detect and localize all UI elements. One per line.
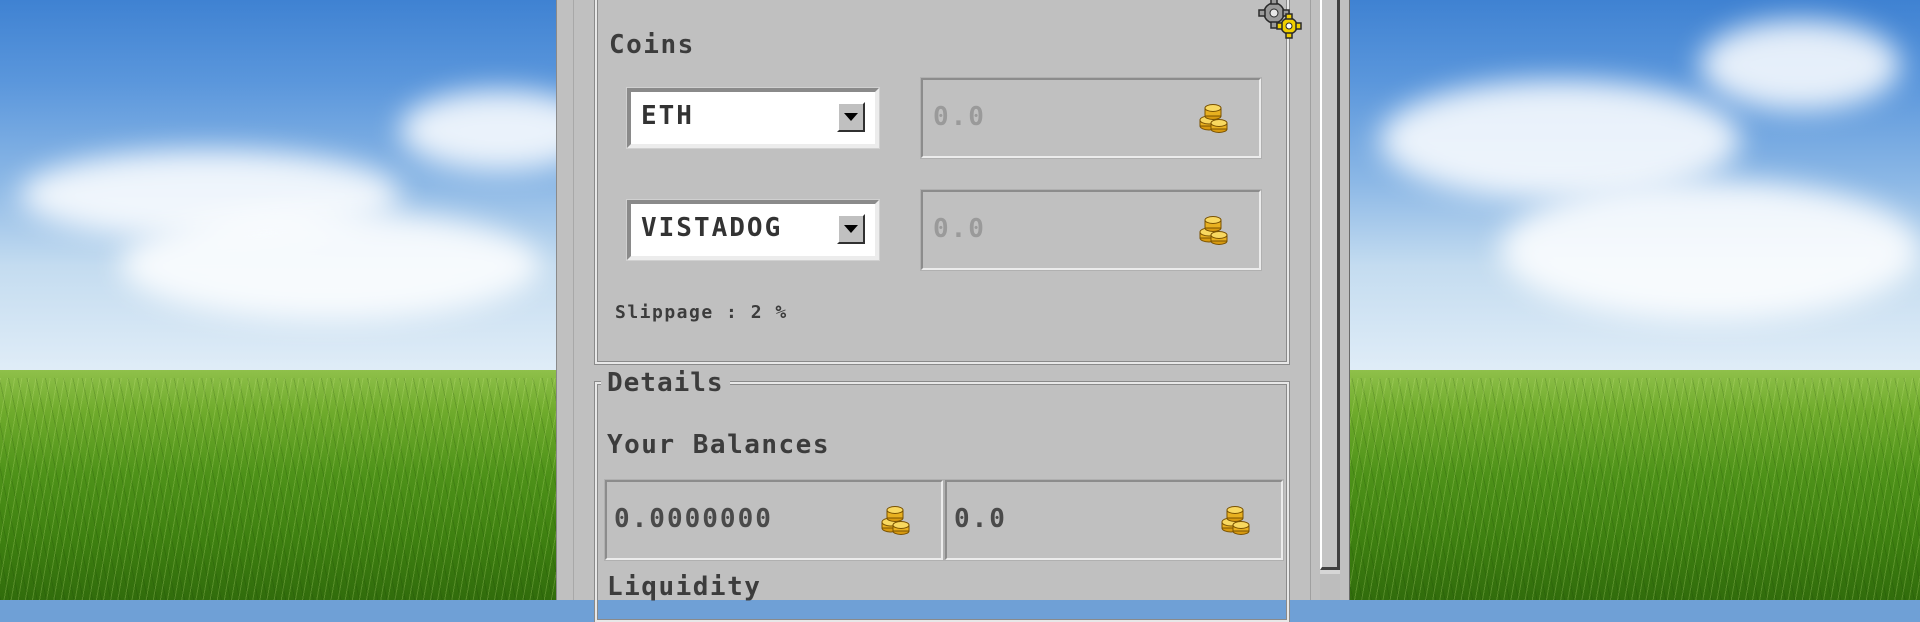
- gear-settings-icon[interactable]: [1257, 0, 1303, 40]
- liquidity-label: Liquidity: [607, 572, 762, 602]
- coins-title: Coins: [609, 30, 695, 60]
- balance-from-field: 0.0000000: [605, 480, 943, 560]
- from-amount-value: 0.0: [933, 102, 986, 132]
- to-amount-field[interactable]: 0.0: [921, 190, 1261, 270]
- coin-stack-icon: [1199, 216, 1228, 245]
- cloud: [1500, 180, 1920, 320]
- coin-stack-icon: [1199, 104, 1228, 133]
- details-groupbox: Details Your Balances 0.0000000 0.0 Liqu…: [595, 368, 1289, 622]
- swap-window: Coins ETH 0.0 VISTADOG 0.0 Slippage: 2 …: [556, 0, 1350, 622]
- balance-from-value: 0.0000000: [614, 504, 773, 534]
- from-amount-field[interactable]: 0.0: [921, 78, 1261, 158]
- cloud: [120, 210, 540, 320]
- details-legend: Details: [601, 368, 730, 398]
- coin-stack-icon: [881, 506, 910, 535]
- to-token-value: VISTADOG: [641, 213, 783, 243]
- balance-to-field: 0.0: [945, 480, 1283, 560]
- slippage-label: Slippage : 2 %: [615, 302, 788, 323]
- from-token-value: ETH: [641, 101, 694, 131]
- window-left-edge: [557, 0, 574, 600]
- to-amount-value: 0.0: [933, 214, 986, 244]
- scrollbar-track-end[interactable]: [1320, 574, 1340, 600]
- chevron-down-icon[interactable]: [837, 214, 865, 244]
- to-token-select[interactable]: VISTADOG: [627, 200, 879, 260]
- cloud: [1700, 20, 1900, 110]
- balance-to-value: 0.0: [954, 504, 1007, 534]
- scrollbar-thumb[interactable]: [1320, 0, 1340, 570]
- coin-stack-icon: [1221, 506, 1250, 535]
- chevron-down-icon[interactable]: [837, 102, 865, 132]
- your-balances-label: Your Balances: [607, 430, 830, 460]
- vertical-scrollbar[interactable]: [1310, 0, 1349, 600]
- coins-groupbox: Coins ETH 0.0 VISTADOG 0.0 Slippage: 2 …: [595, 0, 1302, 364]
- from-token-select[interactable]: ETH: [627, 88, 879, 148]
